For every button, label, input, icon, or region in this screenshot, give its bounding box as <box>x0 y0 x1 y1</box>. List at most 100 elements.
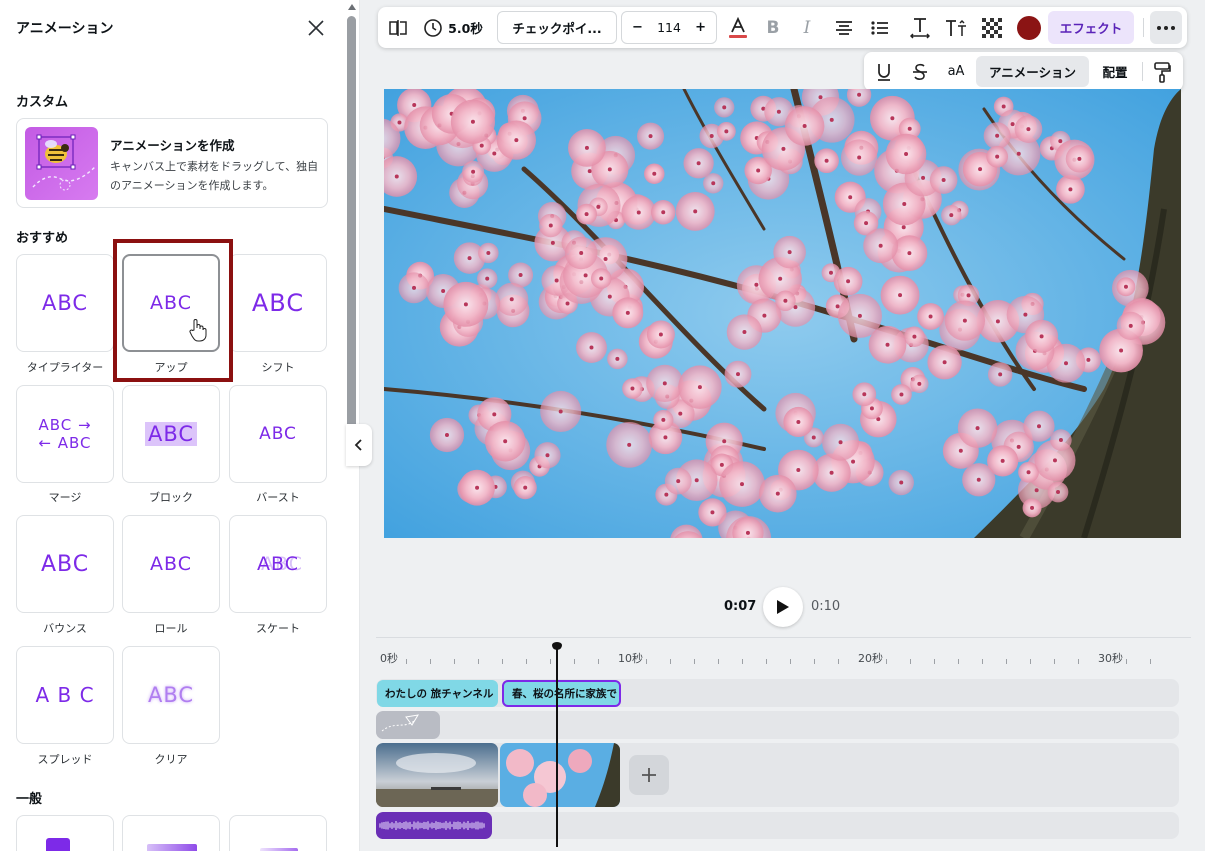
ruler-tick <box>430 659 431 664</box>
ruler-label: 0秒 <box>380 652 398 665</box>
spread-preview: A B C <box>35 683 95 707</box>
ruler-tick <box>982 659 983 664</box>
paint-roller-icon[interactable] <box>1148 56 1176 87</box>
animation-label: バースト <box>256 491 300 504</box>
animation-label: ロール <box>154 622 188 635</box>
playhead[interactable] <box>556 644 558 847</box>
bee-illustration-icon <box>25 127 98 200</box>
animation-roll[interactable]: ABC <box>122 515 220 613</box>
animation-general-2[interactable] <box>122 815 220 851</box>
create-animation-title: アニメーションを作成 <box>110 138 235 153</box>
text-clip-selected[interactable]: 春、桜の名所に家族で <box>502 680 621 707</box>
animation-clear[interactable]: ABC <box>122 646 220 744</box>
ruler-tick <box>766 659 767 664</box>
scroll-up-arrow-icon[interactable] <box>348 4 356 10</box>
animation-panel: アニメーション カスタム アニメーションを作成 キャンバス上で素材をドラッグして… <box>0 0 360 851</box>
align-center-icon[interactable] <box>830 11 858 44</box>
total-time: 0:10 <box>811 599 841 614</box>
audio-track <box>376 812 1179 839</box>
animation-label: バウンス <box>43 622 87 635</box>
strikethrough-icon[interactable] <box>906 56 934 87</box>
element-track <box>376 711 1179 739</box>
close-icon[interactable] <box>304 16 328 40</box>
animation-block[interactable]: ABC <box>122 385 220 483</box>
animation-general-3[interactable] <box>229 815 327 851</box>
letter-spacing-icon[interactable] <box>906 11 934 44</box>
ruler-tick <box>646 659 647 664</box>
ruler-tick <box>958 659 959 664</box>
skate-preview: ABC <box>257 553 299 575</box>
scrollbar-thumb[interactable] <box>347 16 356 436</box>
font-size-decrease-button[interactable]: − <box>632 20 643 35</box>
play-button[interactable] <box>763 587 803 627</box>
element-clip[interactable] <box>376 711 440 739</box>
play-icon <box>777 600 789 614</box>
animation-skate[interactable]: ABC <box>229 515 327 613</box>
text-toolbar-secondary: aA アニメーション 配置 <box>864 52 1183 91</box>
animation-label: アップ <box>154 361 188 374</box>
case-toggle-button[interactable]: aA <box>940 56 972 87</box>
duration-button[interactable]: 5.0秒 <box>418 11 488 44</box>
audio-clip[interactable] <box>376 812 492 839</box>
animation-merge[interactable]: ABC → ← ABC <box>16 385 114 483</box>
text-color-icon[interactable] <box>724 11 752 44</box>
position-button[interactable]: 配置 <box>1095 56 1135 87</box>
list-icon[interactable] <box>866 11 894 44</box>
ruler-label: 10秒 <box>618 652 643 665</box>
effects-button[interactable]: エフェクト <box>1048 11 1134 44</box>
animation-shift[interactable]: ABC <box>229 254 327 352</box>
more-options-icon[interactable] <box>1150 11 1182 44</box>
clear-preview: ABC <box>147 683 195 707</box>
animation-label: マージ <box>48 491 82 504</box>
ruler-tick <box>454 659 455 664</box>
flip-icon[interactable] <box>384 11 412 44</box>
animation-bounce[interactable]: ABC <box>16 515 114 613</box>
animation-label: シフト <box>261 361 295 374</box>
animation-label: ブロック <box>149 491 193 504</box>
ruler-tick <box>1078 659 1079 664</box>
merge-preview: ABC → ← ABC <box>38 416 92 452</box>
underline-icon[interactable] <box>870 56 898 87</box>
ruler-tick <box>1030 659 1031 664</box>
text-clip[interactable]: わたしの 旅チャンネル <box>377 680 498 707</box>
general-preview-shape <box>46 838 70 851</box>
italic-icon[interactable]: I <box>794 11 820 44</box>
transparency-icon[interactable] <box>978 11 1006 44</box>
animation-spread[interactable]: A B C <box>16 646 114 744</box>
animation-typewriter[interactable]: ABC <box>16 254 114 352</box>
font-size-increase-button[interactable]: + <box>695 20 706 35</box>
create-animation-card[interactable]: アニメーションを作成 キャンバス上で素材をドラッグして、独自のアニメーションを作… <box>16 118 328 208</box>
ruler-tick <box>1150 659 1151 664</box>
ruler-label: 20秒 <box>858 652 883 665</box>
ruler-tick <box>718 659 719 664</box>
bounce-preview: ABC <box>40 551 90 577</box>
ruler-tick <box>478 659 479 664</box>
text-toolbar: 5.0秒 チェックポイ... − 114 + B I エフェクト <box>378 7 1187 48</box>
video-clip-beach[interactable] <box>376 743 498 807</box>
current-time: 0:07 <box>724 599 757 614</box>
ruler-tick <box>838 659 839 664</box>
font-family-select[interactable]: チェックポイ... <box>497 11 617 44</box>
ruler-label: 30秒 <box>1098 652 1123 665</box>
animation-label: クリア <box>154 753 188 766</box>
animation-general-1[interactable] <box>16 815 114 851</box>
color-swatch <box>1017 15 1041 40</box>
collapse-panel-button[interactable] <box>346 424 372 466</box>
text-size-icon[interactable] <box>942 11 970 44</box>
custom-section-title: カスタム <box>16 95 69 110</box>
animation-burst[interactable]: ABC <box>229 385 327 483</box>
font-size-input[interactable]: 114 <box>657 20 681 35</box>
color-swatch-button[interactable] <box>1014 11 1044 44</box>
video-clip-cherry-blossom[interactable] <box>500 743 620 807</box>
ruler-tick <box>886 659 887 664</box>
ruler-tick <box>1054 659 1055 664</box>
animation-button[interactable]: アニメーション <box>976 56 1089 87</box>
paper-plane-icon <box>381 714 419 732</box>
font-size-stepper: − 114 + <box>621 11 717 44</box>
cherry-blossom-photo[interactable] <box>384 89 1181 538</box>
general-section-title: 一般 <box>16 792 43 807</box>
panel-title: アニメーション <box>16 21 114 37</box>
add-clip-button[interactable] <box>629 755 669 795</box>
animation-up[interactable]: ABC <box>122 254 220 352</box>
bold-icon[interactable]: B <box>760 11 786 44</box>
